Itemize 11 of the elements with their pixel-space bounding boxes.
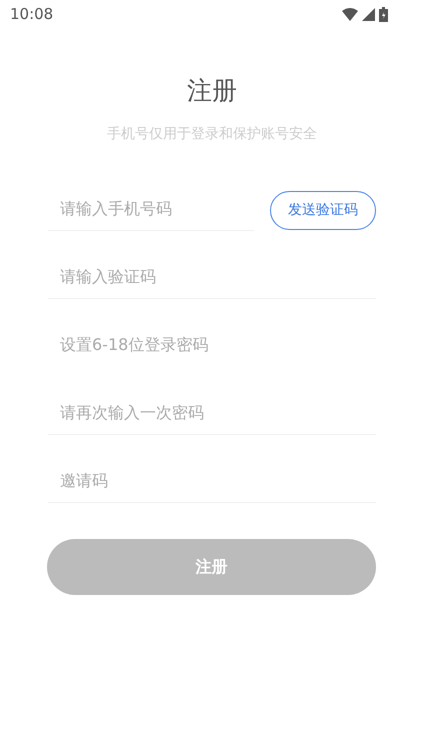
- wifi-icon: [342, 8, 358, 20]
- send-code-button[interactable]: 发送验证码: [270, 190, 376, 230]
- input-field[interactable]: 请输入手机号码: [48, 187, 254, 231]
- page-title: 注册: [186, 75, 238, 107]
- input-field[interactable]: 设置6-18位登录密码: [48, 323, 376, 367]
- status-time: 10:08: [10, 5, 54, 23]
- input-field[interactable]: 请再次输入一次密码: [48, 391, 376, 435]
- signal-icon: [362, 8, 375, 20]
- input-field[interactable]: 请输入验证码: [48, 255, 376, 299]
- battery-icon: [379, 6, 388, 22]
- input-field[interactable]: 邀请码: [48, 459, 376, 503]
